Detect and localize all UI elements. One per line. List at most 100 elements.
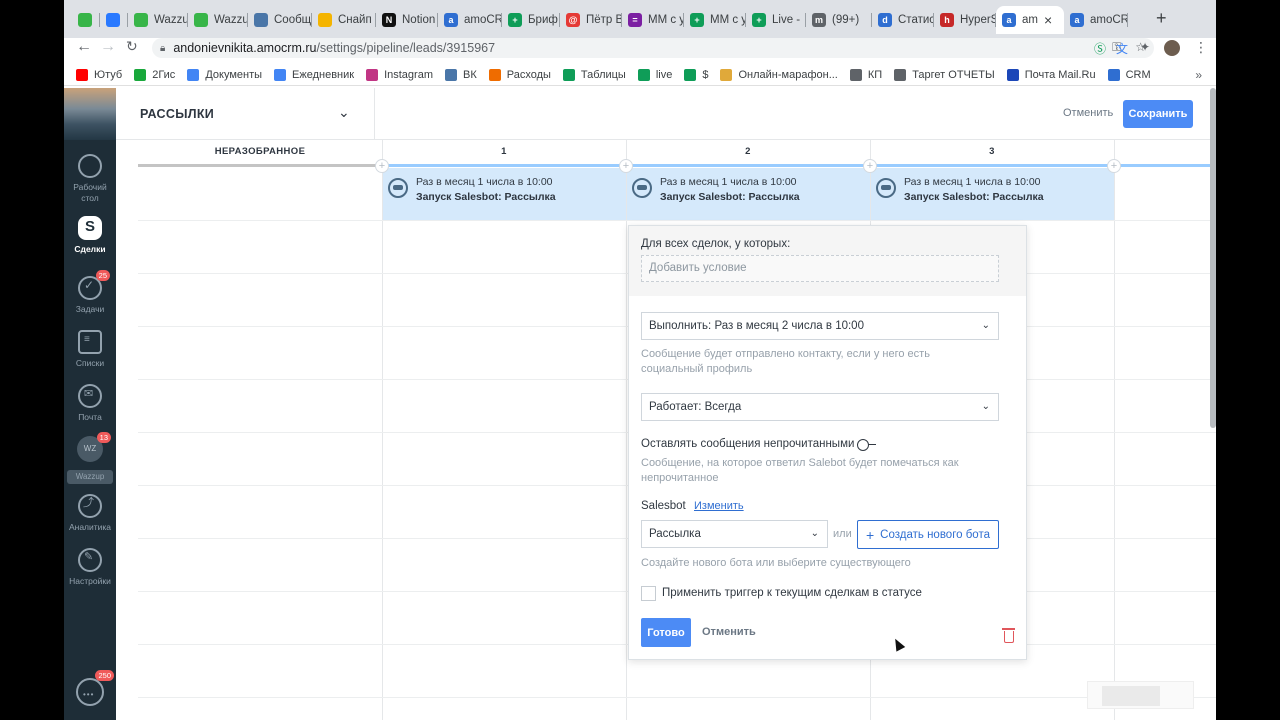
change-link[interactable]: Изменить [694, 500, 744, 512]
browser-tab[interactable]: m (99+) [806, 6, 872, 34]
bookmark-label: Ежедневник [292, 68, 355, 81]
bookmark-label: Онлайн-марафон... [738, 68, 838, 81]
browser-tab[interactable]: = ММ с у [622, 6, 684, 34]
column-header[interactable]: НЕРАЗОБРАННОЕ [138, 140, 382, 164]
translate-icon[interactable]: 文 [1116, 40, 1128, 57]
works-select[interactable]: Работает: Всегда ⌄ [641, 393, 999, 421]
sidebar-item-lists[interactable]: ≡ Списки [64, 330, 116, 369]
column-header[interactable]: 1 [382, 140, 626, 164]
extensions-puzzle-icon[interactable]: ✦ [1140, 40, 1150, 54]
sidebar-item-mail[interactable]: ✉ Почта [64, 384, 116, 423]
browser-tab[interactable]: + ММ с у [684, 6, 746, 34]
column-header[interactable]: 3 [870, 140, 1114, 164]
bot-select[interactable]: Рассылка ⌄ [641, 520, 828, 548]
sidebar-item-deals[interactable]: S Сделки [64, 216, 116, 255]
robot-icon [632, 178, 652, 198]
bookmark-item[interactable]: Расходы [488, 68, 551, 81]
browser-tab[interactable]: Сообщ [248, 6, 312, 34]
page-scrollbar[interactable] [1210, 88, 1216, 428]
browser-tab[interactable]: N Notion [376, 6, 438, 34]
list-icon: ≡ [78, 330, 102, 354]
bookmark-item[interactable]: 2Гис [134, 68, 175, 81]
browser-tab[interactable]: a am × [996, 6, 1064, 34]
bookmark-item[interactable]: Таргет ОТЧЕТЫ [894, 68, 995, 81]
chevron-down-icon: ⌄ [981, 320, 990, 331]
browser-tab[interactable]: Снайп [312, 6, 376, 34]
create-bot-button[interactable]: + Создать нового бота [857, 520, 999, 549]
bookmarks-more-icon[interactable]: » [1195, 68, 1202, 82]
trigger-action: Запуск Salesbot: Рассылка [660, 191, 800, 203]
url-host: andonievnikita.amocrm.ru [173, 41, 317, 55]
add-column-plus-icon[interactable]: + [619, 159, 633, 173]
bookmark-item[interactable]: Онлайн-марафон... [720, 68, 838, 81]
sidebar-item-analytics[interactable]: ⤴ Аналитика [64, 494, 116, 533]
browser-tab[interactable] [72, 6, 100, 34]
reload-icon[interactable]: ↻ [126, 38, 138, 55]
sidebar-item-dashboard[interactable]: Рабочий стол [64, 154, 116, 203]
execute-select[interactable]: Выполнить: Раз в месяц 2 числа в 10:00 ⌄ [641, 312, 999, 340]
browser-tab[interactable]: h HyperS [934, 6, 996, 34]
pipeline-title[interactable]: РАССЫЛКИ [140, 107, 214, 121]
browser-tab[interactable]: d Статис [872, 6, 934, 34]
bookmark-item[interactable]: live [637, 68, 672, 81]
browser-tab[interactable]: @ Пётр В [560, 6, 622, 34]
bookmark-item[interactable]: КП [849, 68, 882, 81]
trigger-card[interactable]: Раз в месяц 1 числа в 10:00 Запуск Salesb… [876, 176, 1112, 212]
chevron-down-icon[interactable]: ⌄ [338, 104, 350, 121]
add-column-plus-icon[interactable]: + [1107, 159, 1121, 173]
bookmark-item[interactable]: Instagram [366, 68, 433, 81]
menu-kebab-icon[interactable]: ⋮ [1194, 39, 1208, 56]
popup-cancel-button[interactable]: Отменить [702, 626, 756, 638]
forward-icon[interactable]: → [100, 38, 116, 56]
sidebar-item-settings[interactable]: ✎ Настройки [64, 548, 116, 587]
browser-tab[interactable]: Wazzu [128, 6, 188, 34]
bookmark-item[interactable]: Ютуб [76, 68, 122, 81]
address-bar[interactable]: 🔒︎ andonievnikita.amocrm.ru/settings/pip… [152, 38, 1154, 58]
save-button[interactable]: Сохранить [1123, 100, 1193, 128]
bookmark-item[interactable]: Документы [187, 68, 262, 81]
header-cancel-button[interactable]: Отменить [1063, 107, 1113, 119]
trash-icon[interactable] [1002, 628, 1015, 643]
sidebar-item-tasks[interactable]: ✓ 25 Задачи [64, 270, 116, 315]
column-header[interactable]: 2 [626, 140, 870, 164]
new-tab-button[interactable]: + [1156, 8, 1167, 29]
N-favicon-icon: N [382, 13, 396, 27]
bookmark-item[interactable]: Ежедневник [274, 68, 355, 81]
bookmark-favicon-icon [849, 68, 862, 81]
browser-tab[interactable]: + Live - [746, 6, 806, 34]
tab-title: am [1022, 14, 1038, 26]
trigger-text: Раз в месяц 1 числа в 10:00 Запуск Salesb… [416, 176, 556, 212]
profile-avatar[interactable] [1164, 40, 1180, 56]
trigger-card[interactable]: Раз в месяц 1 числа в 10:00 Запуск Salesb… [632, 176, 868, 212]
a-favicon-icon: a [444, 13, 458, 27]
bookmark-item[interactable]: $ [684, 68, 708, 81]
unread-toggle[interactable] [857, 439, 877, 451]
extension-dollar-icon[interactable]: Ⓢ [1094, 40, 1106, 57]
lock-icon: 🔒︎ [160, 42, 166, 54]
add-column-plus-icon[interactable]: + [375, 159, 389, 173]
browser-tab[interactable]: + Бриф [502, 6, 560, 34]
browser-tab[interactable]: a amoCR [1064, 6, 1128, 34]
add-column-plus-icon[interactable]: + [863, 159, 877, 173]
add-condition-field[interactable]: Добавить условие [641, 255, 999, 282]
chat-icon[interactable]: ••• 250 [76, 670, 114, 706]
back-icon[interactable]: ← [76, 38, 92, 56]
sidebar-item-wazzup[interactable]: WZ 13 Wazzup [64, 432, 116, 484]
browser-tab[interactable] [100, 6, 128, 34]
bookmark-item[interactable]: ВК [445, 68, 477, 81]
bookmark-item[interactable]: CRM [1107, 68, 1151, 81]
sidebar-item-label: Списки [75, 358, 105, 368]
account-avatar-image[interactable] [64, 88, 116, 140]
browser-tab[interactable]: a amoCR [438, 6, 502, 34]
bookmark-item[interactable]: Таблицы [562, 68, 626, 81]
corner-widget [1087, 681, 1194, 709]
trigger-card[interactable]: Раз в месяц 1 числа в 10:00 Запуск Salesb… [388, 176, 624, 212]
tab-title: ММ с у [648, 14, 684, 26]
done-button[interactable]: Готово [641, 618, 691, 647]
bookmark-item[interactable]: Почта Mail.Ru [1006, 68, 1096, 81]
apply-checkbox[interactable] [641, 586, 656, 601]
close-tab-icon[interactable]: × [1044, 12, 1052, 28]
chat-badge: 250 [95, 670, 114, 681]
tab-title: Снайп [338, 14, 372, 26]
browser-tab[interactable]: Wazzu [188, 6, 248, 34]
